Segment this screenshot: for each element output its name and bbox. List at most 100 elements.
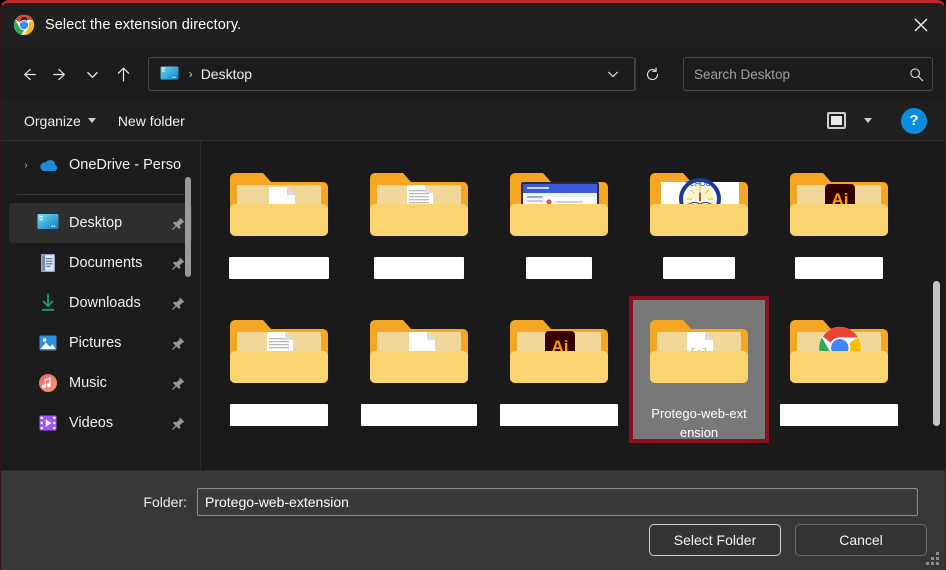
file-tile[interactable]: Ai	[489, 296, 629, 443]
music-icon	[39, 374, 57, 392]
file-tile-label	[361, 404, 477, 426]
folder-ai-icon: Ai	[790, 173, 888, 236]
sidebar-item-label: Documents	[69, 255, 143, 271]
organize-button[interactable]: Organize	[13, 106, 107, 136]
up-button[interactable]	[108, 57, 140, 91]
folder-browser-icon	[510, 173, 608, 236]
sidebar-item-label: Videos	[69, 415, 114, 431]
file-tile-label	[230, 404, 328, 426]
desktop-icon	[37, 214, 59, 229]
up-arrow-icon	[118, 67, 130, 81]
address-bar[interactable]: › Desktop	[147, 57, 635, 91]
change-view-button[interactable]	[819, 106, 853, 136]
chevron-right-icon[interactable]: ›	[15, 160, 37, 171]
sidebar-item-onedrive[interactable]: › OneDrive - Perso	[9, 145, 192, 185]
videos-icon	[39, 415, 57, 431]
cancel-label: Cancel	[839, 532, 883, 548]
file-picker-dialog: Select the extension directory. › Deskto…	[0, 0, 946, 570]
command-bar-right: ?	[819, 106, 933, 136]
pin-icon[interactable]	[171, 416, 186, 431]
folder-lines-icon	[370, 173, 468, 236]
address-dropdown-button[interactable]	[598, 68, 628, 80]
folder-ai-icon: Ai	[510, 320, 608, 383]
chevron-down-icon	[87, 118, 96, 123]
file-tile-label	[663, 257, 735, 279]
sidebar-divider	[17, 194, 184, 195]
search-icon	[910, 67, 924, 81]
file-tile-selected[interactable]: {;} Protego-web-extension	[629, 296, 769, 443]
sidebar-item-label: OneDrive - Perso	[69, 157, 182, 173]
folder-school-icon: SCHOOL	[650, 173, 748, 236]
resize-grip-icon[interactable]	[925, 551, 939, 565]
navigation-pane: › OneDrive - Perso Desktop Documents Dow…	[1, 141, 201, 470]
pin-icon[interactable]	[171, 256, 186, 271]
select-folder-label: Select Folder	[673, 532, 757, 548]
sidebar-item-downloads[interactable]: Downloads	[9, 283, 192, 323]
sidebar-scrollbar-thumb[interactable]	[185, 177, 191, 277]
pin-icon[interactable]	[171, 336, 186, 351]
search-box[interactable]	[683, 57, 933, 91]
file-tile-label	[780, 404, 898, 426]
file-tile[interactable]: Ai	[769, 149, 909, 296]
pin-icon[interactable]	[171, 296, 186, 311]
downloads-icon	[42, 293, 54, 311]
view-options-button[interactable]	[857, 106, 879, 136]
folder-label: Folder:	[143, 494, 187, 510]
refresh-icon	[647, 66, 659, 80]
sidebar-item-videos[interactable]: Videos	[9, 403, 192, 443]
folder-chrome-icon	[790, 320, 888, 383]
forward-arrow-icon	[53, 68, 65, 80]
new-folder-button[interactable]: New folder	[107, 106, 196, 136]
navigation-bar: › Desktop	[1, 47, 945, 101]
folder-doc-icon	[230, 173, 328, 236]
recent-locations-button[interactable]	[76, 57, 108, 91]
onedrive-icon	[40, 160, 58, 171]
breadcrumb-separator: ›	[188, 67, 193, 81]
file-tile[interactable]	[349, 149, 489, 296]
file-grid-scrollbar-thumb[interactable]	[933, 281, 940, 426]
forward-button[interactable]	[45, 57, 77, 91]
dialog-buttons: Select Folder Cancel	[649, 524, 927, 556]
sidebar-item-music[interactable]: Music	[9, 363, 192, 403]
file-tile-label	[500, 404, 618, 426]
close-button[interactable]	[897, 3, 945, 47]
file-tile[interactable]	[209, 296, 349, 443]
file-tile[interactable]	[349, 296, 489, 443]
chrome-icon	[13, 14, 35, 36]
sidebar-item-pictures[interactable]: Pictures	[9, 323, 192, 363]
file-tile[interactable]	[209, 149, 349, 296]
sidebar-item-label: Downloads	[69, 295, 141, 311]
title-bar: Select the extension directory.	[1, 3, 945, 47]
search-input[interactable]	[694, 66, 909, 82]
back-button[interactable]	[13, 57, 45, 91]
chevron-down-icon	[864, 118, 872, 123]
new-folder-label: New folder	[117, 112, 185, 129]
pin-icon[interactable]	[171, 376, 186, 391]
chevron-down-icon	[86, 71, 98, 78]
pin-icon[interactable]	[171, 216, 186, 231]
file-tile[interactable]	[489, 149, 629, 296]
file-tile[interactable]: SCHOOL	[629, 149, 769, 296]
file-tile[interactable]	[769, 296, 909, 443]
close-icon	[914, 18, 928, 32]
file-tile-label	[795, 257, 883, 279]
refresh-button[interactable]	[634, 57, 670, 91]
help-label: ?	[909, 112, 919, 129]
chevron-down-icon	[607, 71, 618, 78]
breadcrumb-desktop[interactable]: Desktop	[201, 66, 252, 82]
help-button[interactable]: ?	[901, 107, 927, 134]
dialog-footer: Folder: Select Folder Cancel	[1, 470, 945, 570]
sidebar-item-documents[interactable]: Documents	[9, 243, 192, 283]
select-folder-button[interactable]: Select Folder	[649, 524, 781, 556]
sidebar-item-label: Pictures	[69, 335, 122, 351]
folder-input[interactable]	[197, 488, 918, 516]
desktop-icon	[160, 66, 179, 80]
file-tile-label	[229, 257, 329, 279]
back-arrow-icon	[24, 68, 37, 80]
file-grid: SCHOOL Ai Ai Protego-web-extension	[201, 141, 945, 443]
sidebar-item-desktop[interactable]: Desktop	[9, 203, 192, 243]
sidebar-item-label: Music	[69, 375, 107, 391]
sidebar-item-label: Desktop	[69, 215, 123, 231]
folder-field-row: Folder:	[1, 471, 945, 516]
cancel-button[interactable]: Cancel	[795, 524, 927, 556]
